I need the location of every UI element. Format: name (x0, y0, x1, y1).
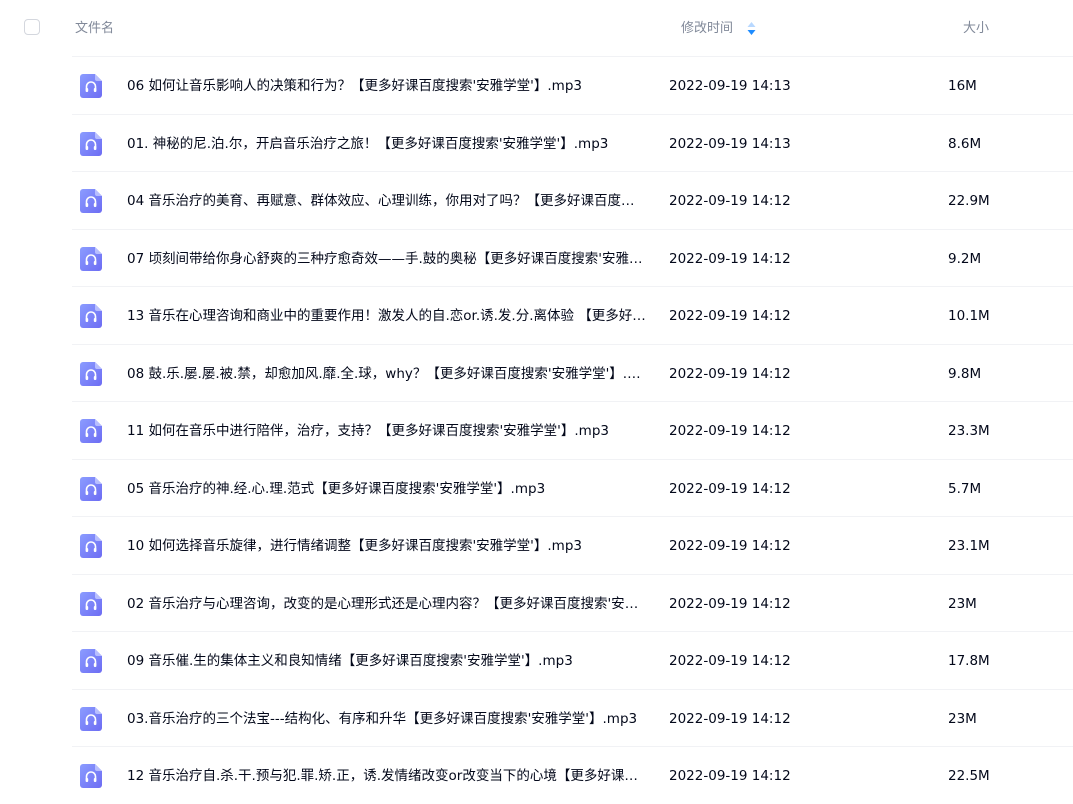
file-modified-time: 2022-09-19 14:12 (669, 480, 791, 497)
file-name[interactable]: 08 鼓.乐.屡.屡.被.禁，却愈加风.靡.全.球，why？【更多好课百度搜索'… (127, 364, 647, 384)
audio-file-icon (80, 706, 102, 731)
file-modified-time: 2022-09-19 14:12 (669, 710, 791, 727)
file-size: 10.1M (948, 308, 990, 324)
file-row[interactable]: 11 如何在音乐中进行陪伴，治疗，支持？【更多好课百度搜索'安雅学堂'】.mp3… (0, 402, 1073, 460)
audio-file-icon (80, 534, 102, 558)
file-modified-time: 2022-09-19 14:13 (669, 78, 791, 94)
audio-file-icon (80, 246, 102, 271)
file-name[interactable]: 09 音乐催.生的集体主义和良知情绪【更多好课百度搜索'安雅学堂'】.mp3 (127, 651, 647, 671)
file-name[interactable]: 04 音乐治疗的美育、再赋意、群体效应、心理训练，你用对了吗？【更多好课百度搜索… (127, 191, 647, 211)
file-modified-time: 2022-09-19 14:12 (669, 538, 791, 554)
file-modified-time: 2022-09-19 14:12 (669, 653, 791, 669)
audio-file-icon (80, 764, 102, 788)
file-row[interactable]: 07 顷刻间带给你身心舒爽的三种疗愈奇效——手.鼓的奥秘【更多好课百度搜索'安雅… (0, 230, 1073, 288)
file-name[interactable]: 11 如何在音乐中进行陪伴，治疗，支持？【更多好课百度搜索'安雅学堂'】.mp3 (127, 421, 647, 441)
audio-file-icon (80, 476, 102, 501)
file-row[interactable]: 09 音乐催.生的集体主义和良知情绪【更多好课百度搜索'安雅学堂'】.mp3 20… (0, 632, 1073, 690)
file-row[interactable]: 04 音乐治疗的美育、再赋意、群体效应、心理训练，你用对了吗？【更多好课百度搜索… (0, 172, 1073, 230)
file-size: 9.8M (948, 365, 982, 382)
file-name[interactable]: 02 音乐治疗与心理咨询，改变的是心理形式还是心理内容？【更多好课百度搜索'安雅… (127, 594, 647, 614)
file-name[interactable]: 07 顷刻间带给你身心舒爽的三种疗愈奇效——手.鼓的奥秘【更多好课百度搜索'安雅… (127, 249, 647, 269)
file-size: 22.5M (948, 768, 990, 784)
file-name[interactable]: 05 音乐治疗的神.经.心.理.范式【更多好课百度搜索'安雅学堂'】.mp3 (127, 479, 647, 499)
file-modified-time: 2022-09-19 14:12 (669, 423, 791, 439)
file-modified-time: 2022-09-19 14:13 (669, 135, 791, 152)
audio-file-icon (80, 304, 102, 328)
audio-file-icon (80, 189, 102, 213)
audio-file-icon (80, 419, 102, 443)
file-size: 23M (948, 595, 977, 612)
audio-file-icon (80, 649, 102, 673)
file-row[interactable]: 12 音乐治疗自.杀.干.预与犯.罪.矫.正，诱.发情绪改变or改变当下的心境【… (0, 747, 1073, 804)
file-row[interactable]: 02 音乐治疗与心理咨询，改变的是心理形式还是心理内容？【更多好课百度搜索'安雅… (0, 575, 1073, 633)
column-header-name[interactable]: 文件名 (75, 20, 114, 38)
select-all-checkbox[interactable] (24, 19, 40, 35)
list-header: 文件名 修改时间 大小 (0, 0, 1073, 57)
file-name[interactable]: 03.音乐治疗的三个法宝---结构化、有序和升华【更多好课百度搜索'安雅学堂'】… (127, 709, 647, 729)
file-rows: 06 如何让音乐影响人的决策和行为？【更多好课百度搜索'安雅学堂'】.mp3 20… (0, 57, 1073, 804)
audio-file-icon (80, 74, 102, 98)
file-size: 16M (948, 78, 977, 94)
file-size: 9.2M (948, 250, 982, 267)
file-size: 22.9M (948, 193, 990, 209)
file-name[interactable]: 13 音乐在心理咨询和商业中的重要作用！激发人的自.恋or.诱.发.分.离体验 … (127, 306, 647, 326)
file-row[interactable]: 03.音乐治疗的三个法宝---结构化、有序和升华【更多好课百度搜索'安雅学堂'】… (0, 690, 1073, 748)
file-modified-time: 2022-09-19 14:12 (669, 250, 791, 267)
file-modified-time: 2022-09-19 14:12 (669, 308, 791, 324)
file-row[interactable]: 08 鼓.乐.屡.屡.被.禁，却愈加风.靡.全.球，why？【更多好课百度搜索'… (0, 345, 1073, 403)
file-size: 23M (948, 710, 977, 727)
file-name[interactable]: 12 音乐治疗自.杀.干.预与犯.罪.矫.正，诱.发情绪改变or改变当下的心境【… (127, 766, 647, 786)
column-header-size[interactable]: 大小 (963, 20, 989, 38)
audio-file-icon (80, 131, 102, 156)
file-size: 23.1M (948, 538, 990, 554)
sort-descending-icon[interactable] (747, 22, 756, 35)
file-modified-time: 2022-09-19 14:12 (669, 768, 791, 784)
file-row[interactable]: 10 如何选择音乐旋律，进行情绪调整【更多好课百度搜索'安雅学堂'】.mp3 20… (0, 517, 1073, 575)
audio-file-icon (80, 361, 102, 386)
file-row[interactable]: 06 如何让音乐影响人的决策和行为？【更多好课百度搜索'安雅学堂'】.mp3 20… (0, 57, 1073, 115)
file-row[interactable]: 13 音乐在心理咨询和商业中的重要作用！激发人的自.恋or.诱.发.分.离体验 … (0, 287, 1073, 345)
file-list-page: 文件名 修改时间 大小 06 如何让音乐影响人的决策和行为？【更多好课百度搜索'… (0, 0, 1073, 804)
file-size: 23.3M (948, 423, 990, 439)
file-size: 17.8M (948, 653, 990, 669)
file-row[interactable]: 01. 神秘的尼.泊.尔，开启音乐治疗之旅！【更多好课百度搜索'安雅学堂'】.m… (0, 115, 1073, 173)
file-name[interactable]: 06 如何让音乐影响人的决策和行为？【更多好课百度搜索'安雅学堂'】.mp3 (127, 76, 647, 96)
file-modified-time: 2022-09-19 14:12 (669, 595, 791, 612)
file-row[interactable]: 05 音乐治疗的神.经.心.理.范式【更多好课百度搜索'安雅学堂'】.mp3 20… (0, 460, 1073, 518)
file-size: 5.7M (948, 480, 982, 497)
column-header-time[interactable]: 修改时间 (681, 20, 733, 38)
file-name[interactable]: 10 如何选择音乐旋律，进行情绪调整【更多好课百度搜索'安雅学堂'】.mp3 (127, 536, 647, 556)
file-modified-time: 2022-09-19 14:12 (669, 365, 791, 382)
file-modified-time: 2022-09-19 14:12 (669, 193, 791, 209)
audio-file-icon (80, 591, 102, 616)
file-name[interactable]: 01. 神秘的尼.泊.尔，开启音乐治疗之旅！【更多好课百度搜索'安雅学堂'】.m… (127, 134, 647, 154)
file-size: 8.6M (948, 135, 982, 152)
